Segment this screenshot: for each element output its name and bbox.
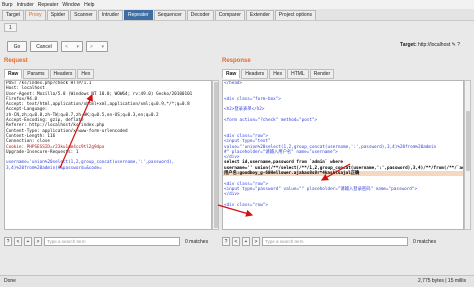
add-icon[interactable]: +: [24, 237, 32, 246]
prev-match-button[interactable]: <: [14, 237, 22, 246]
next-match-button[interactable]: >: [252, 237, 260, 246]
history-nav-forward[interactable]: > ▾: [86, 40, 108, 52]
menu-window[interactable]: Window: [62, 2, 80, 8]
request-title: Request: [4, 58, 28, 64]
tab-comparer[interactable]: Comparer: [214, 10, 245, 20]
request-editor[interactable]: POST /ks/index.php?check HTTP/1.1 Host: l…: [4, 80, 212, 230]
target-display[interactable]: Target: http://localhost ✎ ?: [400, 42, 460, 48]
back-button[interactable]: <: [65, 42, 68, 51]
menu-burp[interactable]: Burp: [2, 2, 13, 8]
response-editor[interactable]: </head> <div class="form-box"> <h2>登录表单<…: [222, 80, 464, 230]
main-tabs: Target Proxy Spider Scanner Intruder Rep…: [0, 9, 474, 21]
menubar: Burp Intruder Repeater Window Help: [0, 0, 474, 9]
tab-sequencer[interactable]: Sequencer: [153, 10, 186, 20]
menu-help[interactable]: Help: [84, 2, 94, 8]
request-search-input[interactable]: Type a search term: [44, 237, 180, 246]
request-line: 3,4)%20from%20admin)#&password=&code=: [6, 165, 102, 171]
request-tab-params[interactable]: Params: [23, 69, 49, 79]
tab-intruder[interactable]: Intruder: [97, 10, 123, 20]
response-scrollbar[interactable]: [464, 80, 471, 230]
cancel-button[interactable]: Cancel: [30, 40, 58, 52]
response-title: Response: [222, 58, 251, 64]
request-scroll-thumb[interactable]: [214, 82, 218, 228]
repeater-tab-1[interactable]: 1: [4, 23, 17, 32]
status-text: Done: [4, 278, 16, 284]
add-icon[interactable]: +: [242, 237, 250, 246]
response-tab-hex[interactable]: Hex: [269, 69, 287, 79]
tab-target[interactable]: Target: [2, 10, 24, 20]
request-scrollbar[interactable]: [212, 80, 219, 230]
history-nav[interactable]: < ▾: [61, 40, 83, 52]
edit-icon[interactable]: ✎ ?: [452, 42, 460, 48]
forward-button[interactable]: >: [90, 42, 93, 51]
tab-decoder[interactable]: Decoder: [186, 10, 214, 20]
response-line: <div class="row">: [224, 202, 268, 208]
help-icon[interactable]: ?: [4, 237, 12, 246]
tab-project-options[interactable]: Project options: [274, 10, 316, 20]
response-tab-html[interactable]: HTML: [287, 69, 309, 79]
tab-scanner[interactable]: Scanner: [70, 10, 97, 20]
tab-spider[interactable]: Spider: [46, 10, 70, 20]
request-tab-headers[interactable]: Headers: [49, 69, 77, 79]
request-search: ? < + > Type a search term 0 matches: [4, 236, 208, 247]
request-match-count: 0 matches: [185, 238, 209, 245]
response-tab-render[interactable]: Render: [309, 69, 335, 79]
target-value: http://localhost: [418, 42, 451, 48]
status-bar: Done 2,775 bytes | 15 millis: [0, 275, 474, 287]
tab-repeater[interactable]: Repeater: [124, 10, 153, 20]
tab-proxy[interactable]: Proxy: [24, 10, 46, 20]
request-tab-raw[interactable]: Raw: [4, 69, 23, 79]
response-tabs: Raw Headers Hex HTML Render: [222, 69, 335, 79]
request-tabs: Raw Params Headers Hex: [4, 69, 95, 79]
go-button[interactable]: Go: [7, 40, 27, 52]
tab-extender[interactable]: Extender: [245, 10, 274, 20]
response-search-input[interactable]: Type a search term: [262, 237, 408, 246]
menu-repeater[interactable]: Repeater: [38, 2, 59, 8]
next-match-button[interactable]: >: [34, 237, 42, 246]
response-scroll-thumb[interactable]: [466, 111, 470, 171]
target-label: Target:: [400, 42, 417, 48]
response-tab-raw[interactable]: Raw: [222, 69, 241, 79]
response-size: 2,775 bytes | 15 millis: [418, 278, 466, 284]
chevron-down-icon[interactable]: ▾: [101, 42, 104, 51]
repeater-subtabs: 1: [0, 22, 474, 33]
response-tab-headers[interactable]: Headers: [241, 69, 269, 79]
menu-intruder[interactable]: Intruder: [17, 2, 34, 8]
help-icon[interactable]: ?: [222, 237, 230, 246]
response-search: ? < + > Type a search term 0 matches: [222, 236, 436, 247]
response-match-count: 0 matches: [413, 238, 437, 245]
request-tab-hex[interactable]: Hex: [77, 69, 95, 79]
prev-match-button[interactable]: <: [232, 237, 240, 246]
chevron-down-icon[interactable]: ▾: [76, 42, 79, 51]
